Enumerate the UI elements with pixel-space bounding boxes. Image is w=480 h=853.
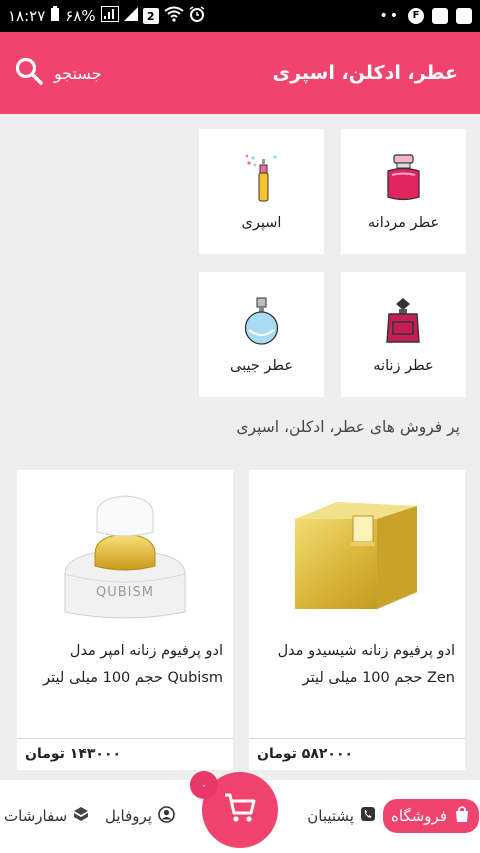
product-price: ۱۴۳۰۰۰ تومان	[25, 746, 122, 762]
pocket-perfume-icon	[239, 296, 284, 346]
category-womens-perfume[interactable]: عطر زنانه	[341, 272, 466, 397]
product-card[interactable]: QUBISM ادو پرفیوم زنانه امپر مدل Qubism …	[17, 470, 233, 770]
product-image	[267, 484, 447, 634]
cart-icon	[223, 792, 257, 828]
product-card[interactable]: ادو پرفیوم زنانه شیسیدو مدل Zen حجم 100 …	[249, 470, 465, 770]
divider	[249, 738, 465, 739]
alarm-icon	[189, 6, 205, 26]
search-button[interactable]: جستجو	[14, 56, 102, 90]
spray-icon	[239, 153, 284, 203]
product-image: QUBISM	[35, 484, 215, 634]
signal-bars-icon	[123, 7, 138, 25]
user-icon	[158, 805, 175, 827]
category-label: عطر زنانه	[373, 358, 434, 374]
category-pocket-perfume[interactable]: عطر جیبی	[199, 272, 324, 397]
womens-perfume-icon	[381, 296, 426, 346]
category-label: اسپری	[241, 215, 282, 231]
svg-text:QUBISM: QUBISM	[96, 585, 154, 600]
mens-perfume-icon	[381, 153, 426, 203]
search-icon	[14, 56, 44, 90]
search-label: جستجو	[54, 63, 102, 83]
product-price: ۵۸۲۰۰۰ تومان	[257, 746, 354, 762]
page-title: عطر، ادکلن، اسپری	[272, 62, 458, 84]
shopping-bag-icon	[453, 805, 471, 827]
nav-profile-label: پروفایل	[105, 807, 152, 825]
more-dots: ••	[379, 8, 400, 24]
app-notification-icon: F	[408, 8, 424, 24]
messenger-icon	[432, 8, 448, 24]
category-label: عطر مردانه	[367, 215, 440, 231]
nav-store-label: فروشگاه	[391, 807, 447, 825]
sim-badge: 2	[142, 8, 159, 24]
orders-box-icon	[73, 806, 89, 826]
divider	[17, 738, 233, 739]
nav-profile[interactable]: پروفایل	[105, 799, 175, 833]
section-title: پر فروش های عطر، ادکلن، اسپری	[236, 418, 460, 436]
signal-icon	[100, 6, 119, 26]
status-time: ۱۸:۲۷	[8, 7, 46, 25]
wifi-icon	[164, 6, 184, 26]
phone-icon	[360, 806, 376, 826]
nav-orders-label: سفارشات	[4, 807, 68, 825]
app-bar: عطر، ادکلن، اسپری جستجو	[0, 32, 480, 114]
nav-orders[interactable]: سفارشات	[4, 799, 89, 833]
nav-support-label: پشتیبان	[307, 807, 354, 825]
product-name: ادو پرفیوم زنانه امپر مدل Qubism حجم 100…	[43, 643, 223, 686]
battery-percent: ۶۸%	[65, 7, 96, 25]
cart-count-badge: ۰	[190, 771, 218, 799]
battery-icon	[50, 6, 60, 26]
category-spray[interactable]: اسپری	[199, 129, 324, 254]
image-icon	[456, 8, 472, 24]
product-name: ادو پرفیوم زنانه شیسیدو مدل Zen حجم 100 …	[277, 643, 455, 686]
status-bar: ۱۸:۲۷ ۶۸% 2 •• F	[0, 0, 480, 32]
nav-store[interactable]: فروشگاه	[383, 799, 479, 833]
category-label: عطر جیبی	[230, 358, 293, 374]
nav-support[interactable]: پشتیبان	[307, 799, 376, 833]
category-mens-perfume[interactable]: عطر مردانه	[341, 129, 466, 254]
